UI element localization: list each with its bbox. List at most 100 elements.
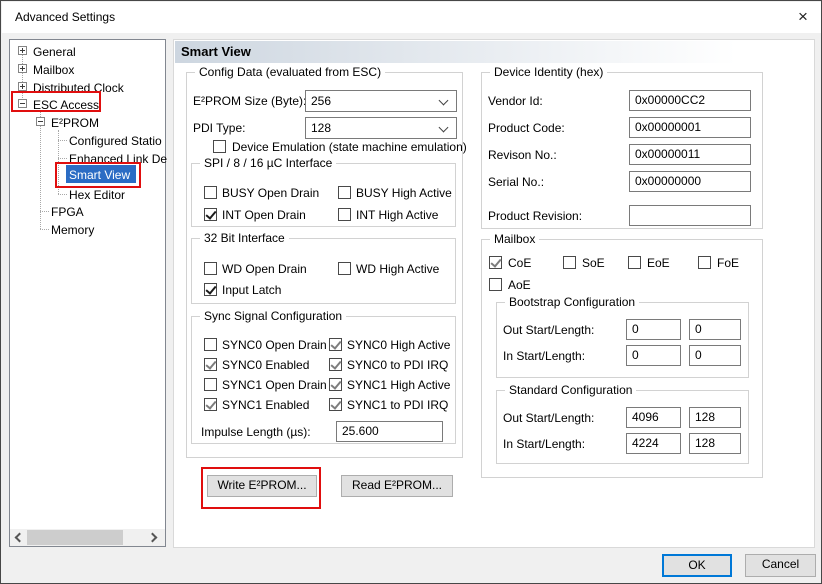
pdi-type-label: PDI Type:	[193, 121, 245, 136]
impulse-length-field[interactable]: 25.600	[336, 421, 443, 442]
config-data-group-label: Config Data (evaluated from ESC)	[195, 65, 385, 80]
revision-no-field[interactable]: 0x00000011	[629, 144, 751, 165]
sync1-open-drain-checkbox[interactable]	[204, 378, 217, 391]
vendor-id-field[interactable]: 0x00000CC2	[629, 90, 751, 111]
sync0-enabled-label: SYNC0 Enabled	[222, 358, 309, 373]
sidebar-item-mailbox[interactable]: Mailbox	[33, 62, 74, 79]
int-high-active-label: INT High Active	[356, 208, 438, 223]
ok-button[interactable]: OK	[662, 554, 732, 577]
standard-in-length-field[interactable]: 128	[689, 433, 741, 454]
product-revision-label: Product Revision:	[488, 209, 582, 224]
bootstrap-in-length-field[interactable]: 0	[689, 345, 741, 366]
expand-icon[interactable]	[18, 46, 27, 55]
busy-high-active-checkbox[interactable]	[338, 186, 351, 199]
foe-checkbox[interactable]	[698, 256, 711, 269]
serial-no-field[interactable]: 0x00000000	[629, 171, 751, 192]
bootstrap-out-length-field[interactable]: 0	[689, 319, 741, 340]
int-high-active-checkbox[interactable]	[338, 208, 351, 221]
tree-connector-line	[58, 158, 67, 159]
sync0-pdi-irq-checkbox[interactable]	[329, 358, 342, 371]
bootstrap-out-label: Out Start/Length:	[503, 323, 594, 338]
sync0-high-active-checkbox[interactable]	[329, 338, 342, 351]
eeprom-size-value: 256	[311, 94, 331, 108]
wd-open-drain-checkbox[interactable]	[204, 262, 217, 275]
cancel-button[interactable]: Cancel	[745, 554, 816, 577]
int-open-drain-label: INT Open Drain	[222, 208, 306, 223]
spi-interface-group-label: SPI / 8 / 16 µC Interface	[200, 156, 336, 171]
soe-label: SoE	[582, 256, 605, 271]
expand-icon[interactable]	[18, 82, 27, 91]
pdi-type-value: 128	[311, 121, 331, 135]
wd-high-active-checkbox[interactable]	[338, 262, 351, 275]
eeprom-size-label: E²PROM Size (Byte):	[193, 94, 306, 109]
soe-checkbox[interactable]	[563, 256, 576, 269]
sync1-high-active-checkbox[interactable]	[329, 378, 342, 391]
sync1-high-active-label: SYNC1 High Active	[347, 378, 450, 393]
busy-open-drain-checkbox[interactable]	[204, 186, 217, 199]
coe-checkbox[interactable]	[489, 256, 502, 269]
eoe-label: EoE	[647, 256, 670, 271]
impulse-length-label: Impulse Length (µs):	[201, 425, 311, 440]
collapse-icon[interactable]	[18, 99, 27, 108]
sync0-high-active-label: SYNC0 High Active	[347, 338, 450, 353]
expand-icon[interactable]	[18, 64, 27, 73]
sync0-open-drain-label: SYNC0 Open Drain	[222, 338, 327, 353]
sync0-pdi-irq-label: SYNC0 to PDI IRQ	[347, 358, 448, 373]
sidebar-item-smart-view[interactable]: Smart View	[69, 167, 130, 184]
sidebar-item-general[interactable]: General	[33, 44, 76, 61]
sync0-open-drain-checkbox[interactable]	[204, 338, 217, 351]
sync1-pdi-irq-label: SYNC1 to PDI IRQ	[347, 398, 448, 413]
eeprom-size-dropdown[interactable]: 256	[305, 90, 457, 112]
eoe-checkbox[interactable]	[628, 256, 641, 269]
scrollbar-thumb[interactable]	[27, 530, 123, 545]
product-revision-field[interactable]	[629, 205, 751, 226]
sync0-enabled-checkbox[interactable]	[204, 358, 217, 371]
bit32-interface-group-label: 32 Bit Interface	[200, 231, 289, 246]
sidebar-item-distributed-clock[interactable]: Distributed Clock	[33, 80, 124, 97]
dialog-title: Advanced Settings	[15, 10, 115, 25]
standard-in-label: In Start/Length:	[503, 437, 585, 452]
sidebar-item-configured-station[interactable]: Configured Statio	[69, 133, 162, 150]
sidebar-item-eeprom[interactable]: E²PROM	[51, 115, 99, 132]
close-icon[interactable]: ×	[790, 6, 816, 28]
aoe-checkbox[interactable]	[489, 278, 502, 291]
input-latch-label: Input Latch	[222, 283, 281, 298]
pdi-type-dropdown[interactable]: 128	[305, 117, 457, 139]
standard-in-start-field[interactable]: 4224	[626, 433, 681, 454]
sidebar-item-fpga[interactable]: FPGA	[51, 204, 84, 221]
tree-connector-line	[40, 229, 49, 230]
standard-out-length-field[interactable]: 128	[689, 407, 741, 428]
device-emulation-checkbox[interactable]	[213, 140, 226, 153]
sync1-enabled-checkbox[interactable]	[204, 398, 217, 411]
read-eeprom-button[interactable]: Read E²PROM...	[341, 475, 453, 497]
page-title: Smart View	[175, 41, 813, 63]
write-eeprom-button[interactable]: Write E²PROM...	[207, 475, 317, 497]
wd-open-drain-label: WD Open Drain	[222, 262, 307, 277]
device-emulation-label: Device Emulation (state machine emulatio…	[232, 140, 467, 155]
advanced-settings-dialog: Advanced Settings × General Mailbox Dist…	[0, 0, 822, 584]
busy-open-drain-label: BUSY Open Drain	[222, 186, 319, 201]
bootstrap-config-group-label: Bootstrap Configuration	[505, 295, 639, 310]
sidebar-item-esc-access[interactable]: ESC Access	[33, 97, 99, 114]
sidebar-item-hex-editor[interactable]: Hex Editor	[69, 187, 125, 204]
bootstrap-config-group: Bootstrap Configuration	[496, 302, 749, 378]
title-bar	[2, 2, 822, 33]
int-open-drain-checkbox[interactable]	[204, 208, 217, 221]
sidebar-item-memory[interactable]: Memory	[51, 222, 94, 239]
tree-connector-line	[58, 194, 67, 195]
bootstrap-in-label: In Start/Length:	[503, 349, 585, 364]
sync-signal-group-label: Sync Signal Configuration	[200, 309, 346, 324]
bootstrap-in-start-field[interactable]: 0	[626, 345, 681, 366]
bootstrap-out-start-field[interactable]: 0	[626, 319, 681, 340]
sync1-pdi-irq-checkbox[interactable]	[329, 398, 342, 411]
standard-out-label: Out Start/Length:	[503, 411, 594, 426]
sync1-open-drain-label: SYNC1 Open Drain	[222, 378, 327, 393]
product-code-field[interactable]: 0x00000001	[629, 117, 751, 138]
coe-label: CoE	[508, 256, 531, 271]
revision-no-label: Revison No.:	[488, 148, 557, 163]
input-latch-checkbox[interactable]	[204, 283, 217, 296]
collapse-icon[interactable]	[36, 117, 45, 126]
mailbox-group-label: Mailbox	[490, 232, 539, 247]
sync1-enabled-label: SYNC1 Enabled	[222, 398, 309, 413]
standard-out-start-field[interactable]: 4096	[626, 407, 681, 428]
